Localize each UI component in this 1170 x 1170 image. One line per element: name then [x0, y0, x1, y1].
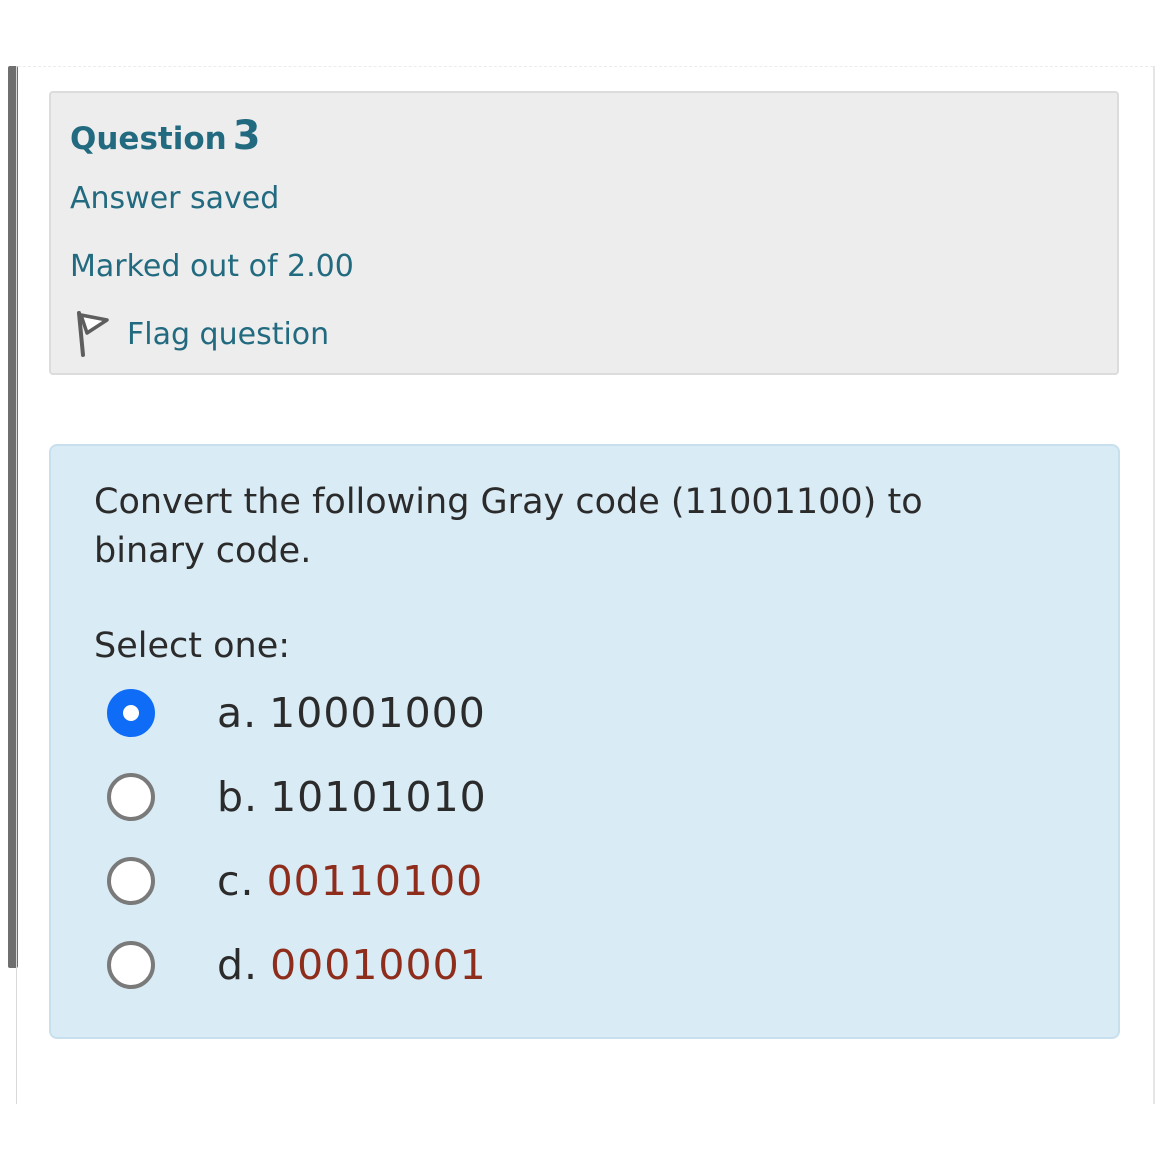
option-label-b[interactable]: b. 10101010 — [217, 773, 487, 821]
option-label-c[interactable]: c. 00110100 — [217, 857, 483, 905]
answer-option-c[interactable]: c. 00110100 — [107, 856, 483, 906]
page: Question 3 Answer saved Marked out of 2.0… — [0, 0, 1170, 1170]
option-letter-c: c. — [217, 857, 255, 905]
option-value-c: 00110100 — [266, 857, 484, 905]
question-title: Question 3 — [70, 113, 261, 159]
answer-option-d[interactable]: d. 00010001 — [107, 940, 487, 990]
option-value-b: 10101010 — [270, 773, 487, 821]
answer-state: Answer saved — [70, 181, 280, 216]
question-info-panel: Question 3 Answer saved Marked out of 2.0… — [49, 91, 1119, 375]
option-label-a[interactable]: a. 10001000 — [217, 689, 486, 737]
option-label-d[interactable]: d. 00010001 — [217, 941, 487, 989]
option-letter-a: a. — [217, 689, 258, 737]
radio-button-d[interactable] — [107, 941, 155, 989]
top-divider — [18, 66, 1153, 68]
radio-button-c[interactable] — [107, 857, 155, 905]
flag-icon[interactable] — [73, 311, 113, 357]
select-prompt: Select one: — [94, 626, 291, 666]
right-border-line — [1153, 66, 1155, 1104]
option-letter-d: d. — [217, 941, 259, 989]
radio-button-b[interactable] — [107, 773, 155, 821]
radio-button-a[interactable] — [107, 689, 155, 737]
flag-question-label[interactable]: Flag question — [127, 317, 329, 352]
left-border-line — [16, 66, 17, 1104]
option-value-d: 00010001 — [270, 941, 487, 989]
question-grade: Marked out of 2.00 — [70, 249, 354, 284]
question-label: Question — [70, 121, 227, 157]
flag-question-toggle[interactable]: Flag question — [73, 311, 329, 357]
question-text: Convert the following Gray code (1100110… — [94, 482, 923, 571]
option-letter-b: b. — [217, 773, 259, 821]
question-number: 3 — [232, 113, 261, 159]
question-content-panel: Convert the following Gray code (1100110… — [49, 444, 1120, 1039]
answer-option-b[interactable]: b. 10101010 — [107, 772, 487, 822]
answer-option-a[interactable]: a. 10001000 — [107, 688, 486, 738]
option-value-a: 10001000 — [269, 689, 486, 737]
